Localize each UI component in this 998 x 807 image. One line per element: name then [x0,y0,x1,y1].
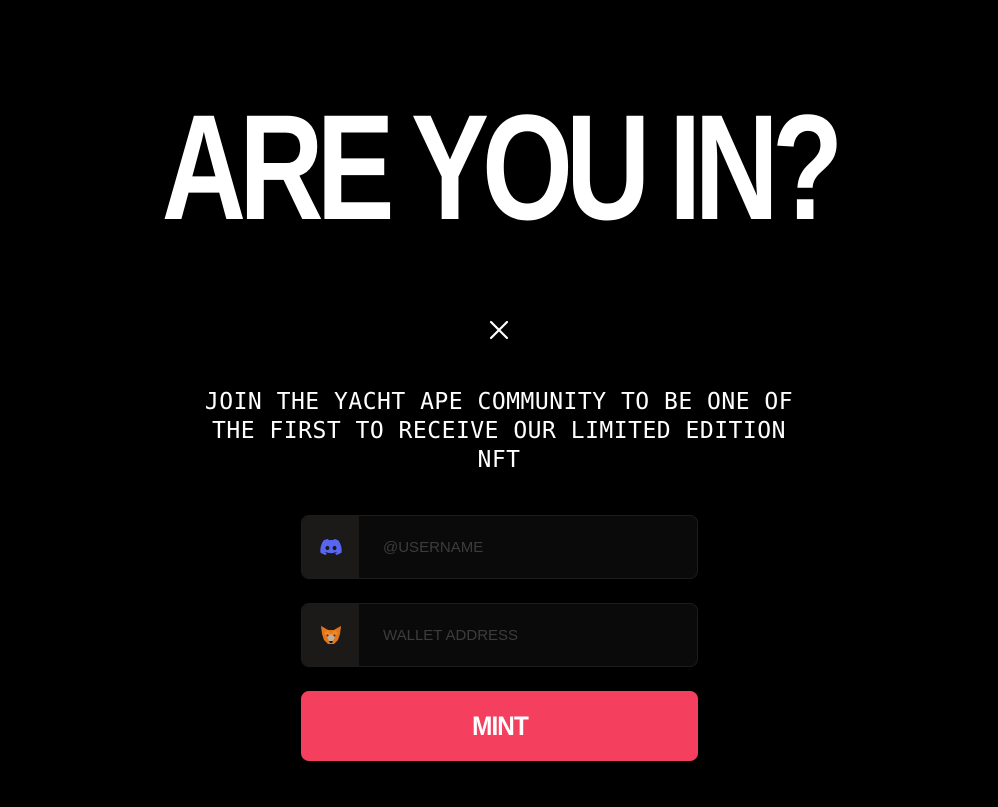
metamask-icon-cell [302,604,359,666]
close-button[interactable] [486,317,512,343]
discord-username-field [301,515,698,579]
discord-icon [319,539,342,555]
signup-tagline: JOIN THE YACHT APE COMMUNITY TO BE ONE O… [204,389,794,473]
mint-button-label: MINT [471,710,529,741]
wallet-address-input[interactable] [359,604,697,666]
mint-button[interactable]: MINT [301,691,698,761]
metamask-fox-icon [320,626,341,644]
close-icon [489,320,509,340]
discord-username-input[interactable] [359,516,697,578]
discord-icon-cell [302,516,359,578]
wallet-address-field [301,603,698,667]
page-headline: ARE YOU IN? [161,83,844,251]
